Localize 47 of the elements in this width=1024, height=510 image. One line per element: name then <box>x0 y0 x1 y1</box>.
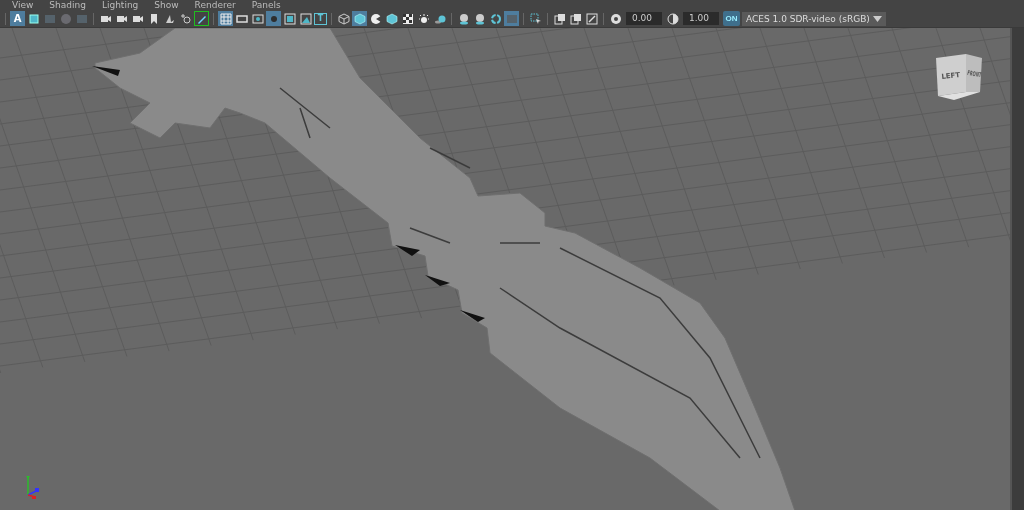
menu-item[interactable]: Lighting <box>101 0 139 10</box>
caret-icon <box>873 15 882 22</box>
color-space-dropdown[interactable]: ACES 1.0 SDR-video (sRGB) <box>742 11 886 26</box>
square-icon <box>505 12 518 25</box>
circle-icon <box>59 12 72 25</box>
value-field[interactable]: 1.00 <box>683 12 719 25</box>
toolbar-button[interactable] <box>568 11 583 26</box>
checker-icon <box>401 12 414 25</box>
ring-icon <box>489 12 502 25</box>
cube-icon <box>385 12 398 25</box>
toolbar-button[interactable] <box>194 11 209 26</box>
target-icon <box>179 12 192 25</box>
toolbar-button[interactable] <box>608 11 623 26</box>
square-icon <box>75 12 88 25</box>
toolbar-button[interactable]: T <box>314 12 327 25</box>
grid-icon <box>219 12 232 25</box>
menu-item[interactable]: Panels <box>251 0 281 10</box>
frame-icon <box>27 12 40 25</box>
toolbar-button[interactable] <box>26 11 41 26</box>
toolbar-button[interactable] <box>416 11 431 26</box>
toolbar-button[interactable]: A <box>10 11 25 26</box>
menu-item[interactable]: View <box>12 0 34 10</box>
toggle-button[interactable]: ON <box>723 11 740 26</box>
toolbar-button[interactable] <box>178 11 193 26</box>
windows-icon <box>569 12 582 25</box>
wire-cube-icon <box>337 12 350 25</box>
square-icon <box>43 12 56 25</box>
toolbar-button[interactable] <box>552 11 567 26</box>
toolbar-button[interactable] <box>336 11 351 26</box>
value-field[interactable]: 0.00 <box>626 12 662 25</box>
menu-item[interactable]: Renderer <box>194 0 236 10</box>
quad-icon <box>283 12 296 25</box>
rectangle-icon <box>235 12 248 25</box>
menu-item[interactable]: Show <box>154 0 179 10</box>
image-icon <box>299 12 312 25</box>
cursor-icon <box>529 12 542 25</box>
sphere-icon <box>457 12 470 25</box>
toolbar-button[interactable] <box>665 11 680 26</box>
toolbar-button[interactable] <box>488 11 503 26</box>
toolbar-button[interactable] <box>384 11 399 26</box>
windows-icon <box>553 12 566 25</box>
light-bulb-icon <box>417 12 430 25</box>
cube-icon <box>353 12 366 25</box>
sphere-icon <box>473 12 486 25</box>
menu-item[interactable]: Shading <box>49 0 86 10</box>
toolbar-button[interactable] <box>368 11 383 26</box>
toolbar-button[interactable] <box>400 11 415 26</box>
